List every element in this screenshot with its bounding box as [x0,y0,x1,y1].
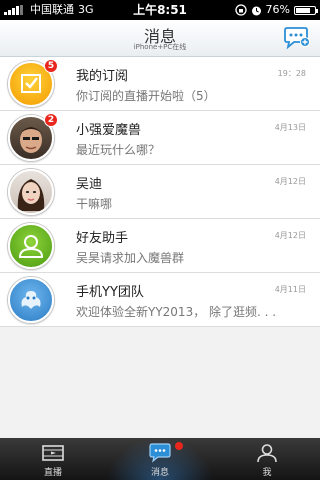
conversation-row[interactable]: 手机YY团队 4月11日 欢迎体验全新YY2013， 除了逛频. . . [0,273,320,327]
tab-bar: 直播 消息 我 [0,438,320,480]
conversation-name: 手机YY团队 [76,285,144,300]
conversation-time: 4月11日 [274,285,306,294]
conversation-name: 吴迪 [76,177,103,192]
conversation-time: 4月13日 [274,123,306,132]
friend-assistant-avatar [8,223,54,269]
carrier-label: 中国联通 [30,3,74,16]
user-avatar [8,169,54,215]
conversation-row[interactable]: 5 我的订阅 19：28 你订阅的直播开始啦（5） [0,57,320,111]
conversation-preview: 干嘛哪 [76,197,113,211]
conversation-time: 4月12日 [274,177,306,186]
tab-me[interactable]: 我 [214,438,320,480]
nav-header: 消息 iPhone+PC在线 [0,20,320,57]
unread-badge: 5 [44,59,58,73]
tab-label: 直播 [43,468,62,478]
battery-icon [294,5,318,15]
unread-badge: 2 [44,113,58,127]
conversation-time: 19：28 [277,69,306,78]
conversation-preview: 吴昊请求加入魔兽群 [76,251,185,265]
battery-percent: 76% [265,3,290,16]
conversation-row[interactable]: 好友助手 4月12日 吴昊请求加入魔兽群 [0,219,320,273]
friend-assistant-icon [18,235,44,258]
chat-bubble-icon[interactable] [282,26,310,50]
conversation-preview: 最近玩什么哪？ [76,143,161,157]
yy-team-avatar [8,277,54,323]
signal-icon [4,5,23,15]
conversation-name: 小强爱魔兽 [76,123,142,138]
network-label: 3G [78,3,94,16]
conversation-time: 4月12日 [274,231,306,240]
conversation-preview: 你订阅的直播开始啦（5） [76,89,216,103]
tab-messages[interactable]: 消息 [107,438,213,480]
conversation-name: 好友助手 [76,231,129,246]
conversation-row[interactable]: 2 小强爱魔兽 4月13日 最近玩什么哪？ [0,111,320,165]
status-bar: 中国联通 3G 上午8:51 76% [0,0,320,20]
person-icon [257,444,277,463]
conversation-preview: 欢迎体验全新YY2013， 除了逛频. . . [76,305,277,319]
tab-label: 消息 [150,468,169,478]
tab-live[interactable]: 直播 [0,438,106,480]
rotation-lock-icon [234,4,247,16]
film-icon [42,445,64,461]
notification-dot [175,442,183,450]
message-icon [149,443,171,463]
tab-label: 我 [262,468,272,478]
yy-team-icon [21,291,41,309]
online-status: iPhone+PC在线 [133,43,187,51]
alarm-icon [251,6,261,15]
conversation-row[interactable]: 吴迪 4月12日 干嘛哪 [0,165,320,219]
user-photo [17,179,45,211]
conversation-name: 我的订阅 [76,69,129,84]
conversation-list: 5 我的订阅 19：28 你订阅的直播开始啦（5） 2 小强爱魔兽 4月13日 … [0,57,320,327]
